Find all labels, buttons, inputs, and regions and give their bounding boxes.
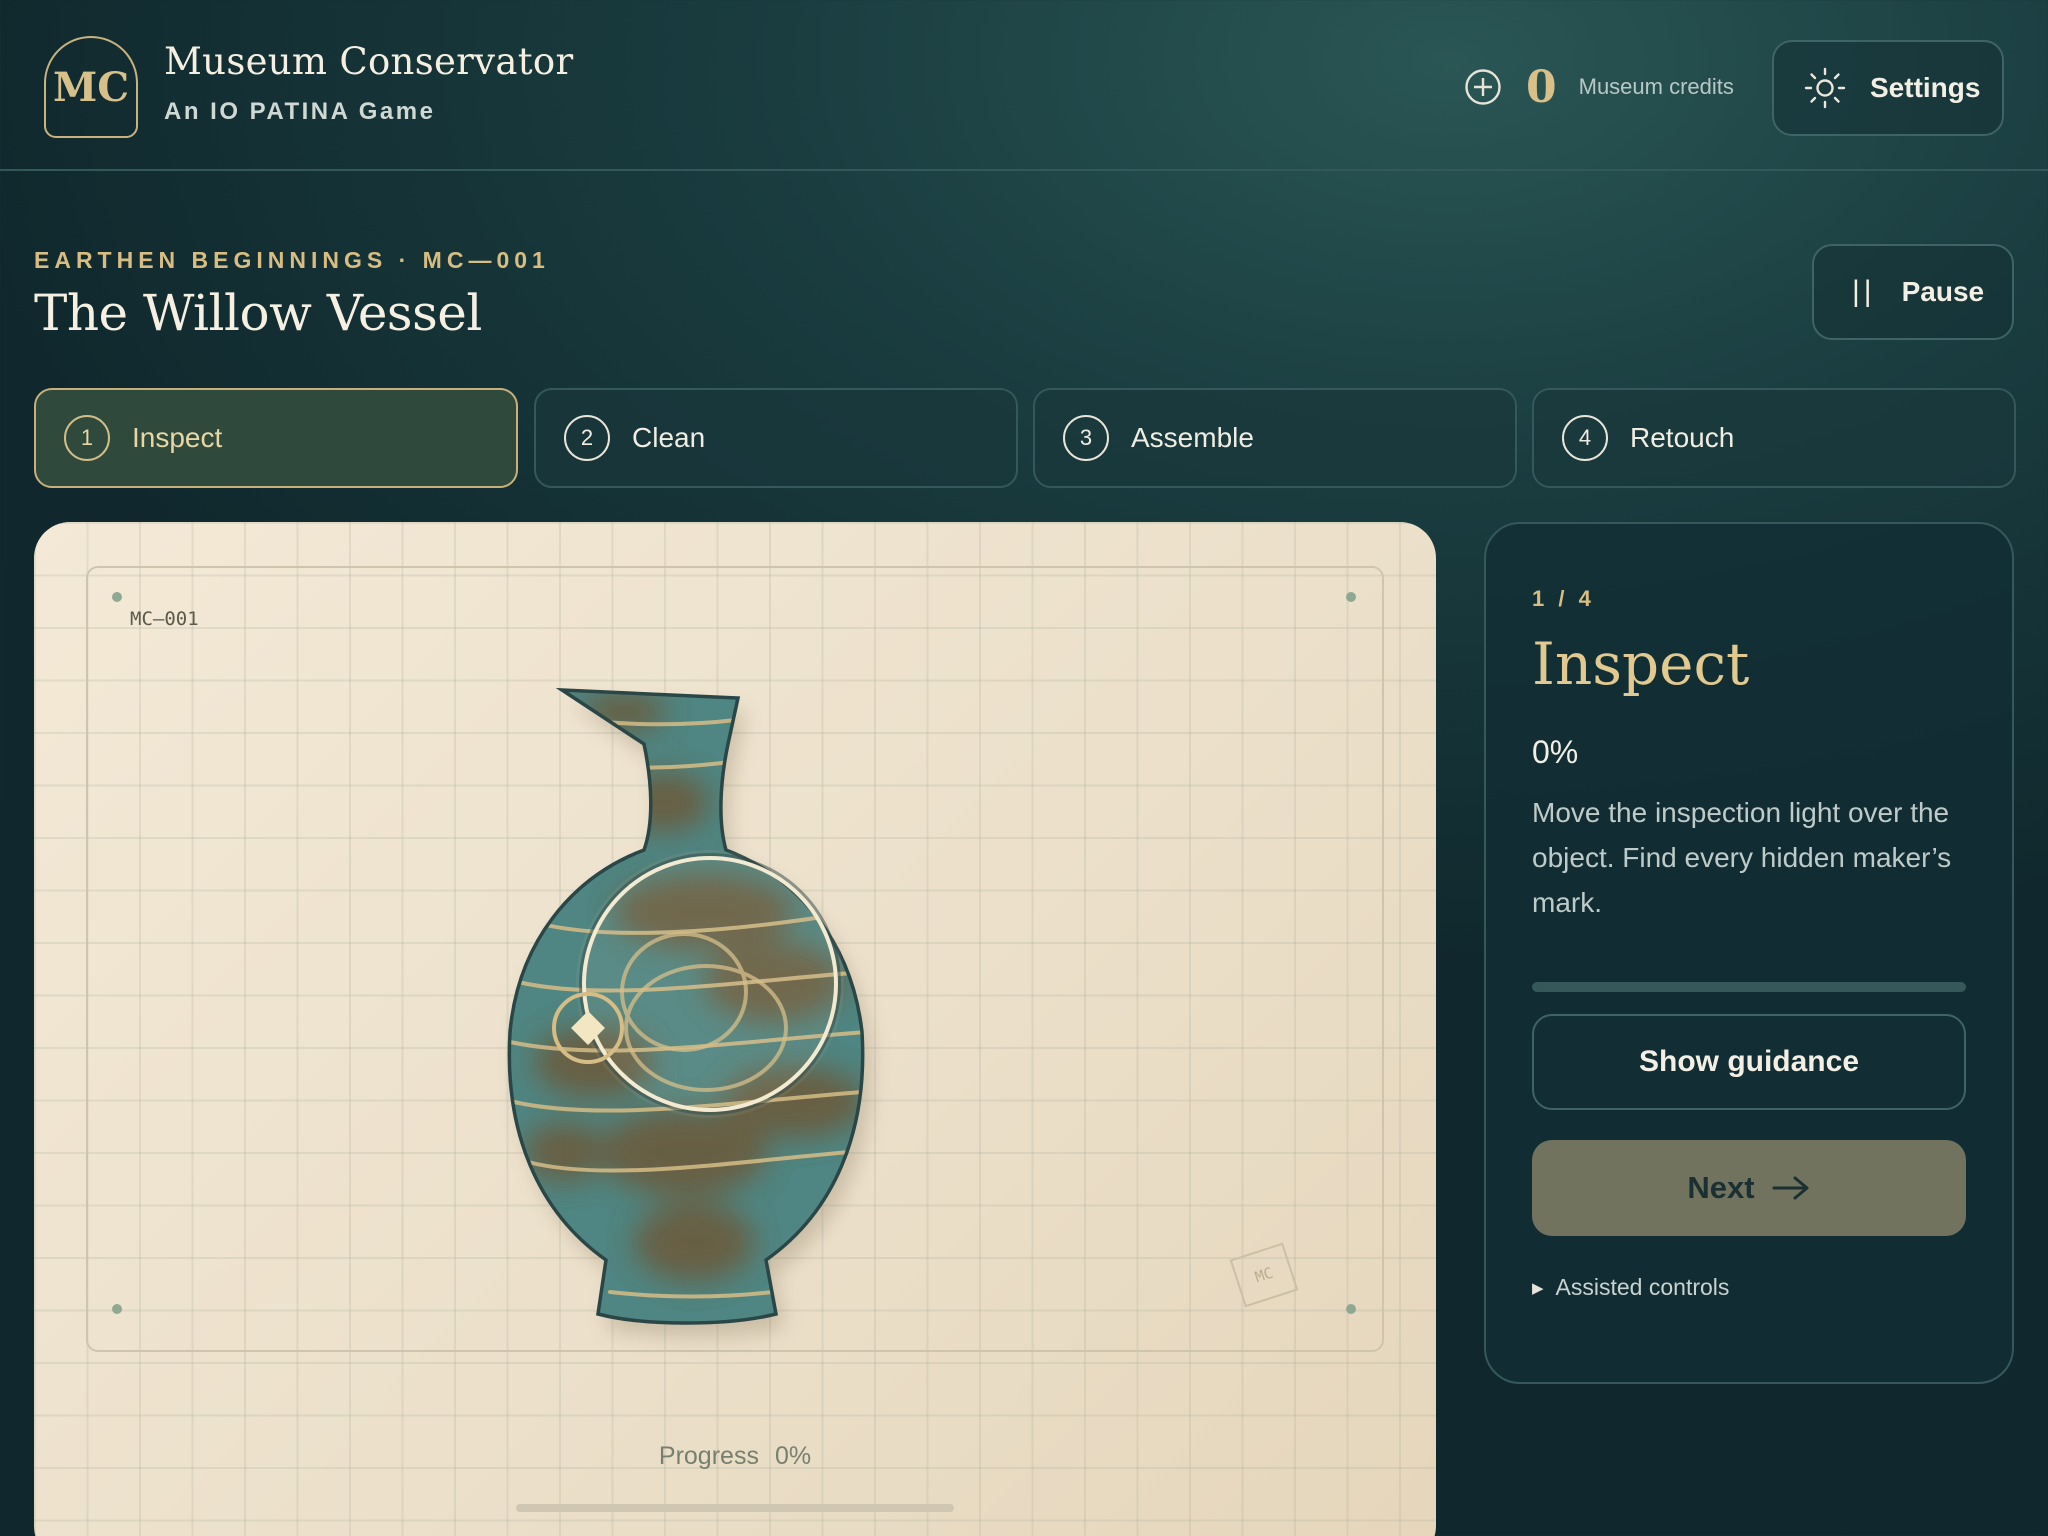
step-panel: 1 / 4 Inspect 0% Move the inspection lig… — [1484, 522, 2014, 1384]
tab-assemble[interactable]: 3 Assemble — [1033, 388, 1517, 488]
show-guidance-button[interactable]: Show guidance — [1532, 1014, 1966, 1110]
inspection-canvas[interactable]: MC—001 MC Progress 0% — [34, 522, 1436, 1536]
pause-label: Pause — [1901, 276, 1985, 307]
tab-label: Inspect — [132, 422, 223, 453]
canvas-progress-bar — [516, 1504, 954, 1512]
catalog-id: MC—001 — [130, 608, 199, 630]
credits-count: 0 — [1526, 61, 1557, 113]
assisted-controls-toggle[interactable]: ▶ Assisted controls — [1532, 1274, 1729, 1301]
tab-inspect[interactable]: 1 Inspect — [34, 388, 518, 488]
step-instructions: Move the inspection light over the objec… — [1532, 797, 1952, 918]
app-subtitle: An IO PATINA Game — [164, 98, 436, 125]
step-percent: 0% — [1532, 734, 1579, 770]
frame-corner-dot — [112, 1304, 122, 1314]
level-eyebrow: EARTHEN BEGINNINGS · MC—001 — [34, 247, 550, 273]
arrow-right-icon — [1772, 1176, 1809, 1200]
tab-label: Retouch — [1630, 422, 1735, 453]
credits-label: Museum credits — [1578, 74, 1734, 99]
frame-corner-dot — [1346, 1304, 1356, 1314]
app-title: Museum Conservator — [164, 40, 574, 83]
step-title: Inspect — [1532, 630, 1750, 698]
plus-circle-icon[interactable] — [1464, 68, 1502, 106]
progress-value: 0% — [774, 1442, 812, 1470]
inspection-light[interactable] — [576, 850, 844, 1118]
show-guidance-label: Show guidance — [1638, 1045, 1860, 1078]
settings-label: Settings — [1870, 72, 1981, 103]
top-bar: MC Museum Conservator An IO PATINA Game … — [0, 0, 2048, 171]
next-button[interactable]: Next — [1532, 1140, 1966, 1236]
pause-button[interactable]: || Pause — [1812, 244, 2014, 340]
tab-step-number: 2 — [564, 415, 610, 461]
sun-icon — [1804, 67, 1846, 109]
tab-clean[interactable]: 2 Clean — [534, 388, 1018, 488]
next-label: Next — [1687, 1170, 1755, 1205]
credits-display[interactable]: 0 Museum credits — [1464, 61, 1734, 113]
tab-step-number: 1 — [64, 415, 110, 461]
level-title: The Willow Vessel — [34, 284, 482, 342]
logo: MC — [44, 36, 138, 138]
frame-corner-dot — [112, 592, 122, 602]
step-counter: 1 / 4 — [1532, 586, 1595, 611]
tab-step-number: 3 — [1063, 415, 1109, 461]
tab-step-number: 4 — [1562, 415, 1608, 461]
assisted-controls-label: Assisted controls — [1555, 1274, 1730, 1300]
canvas-progress: Progress 0% — [34, 1442, 1436, 1471]
settings-button[interactable]: Settings — [1772, 40, 2004, 136]
step-progress-bar — [1532, 982, 1966, 992]
tab-label: Clean — [632, 422, 706, 453]
logo-text: MC — [52, 63, 130, 111]
progress-label: Progress — [658, 1442, 759, 1470]
frame-corner-dot — [1346, 592, 1356, 602]
willow-vessel[interactable] — [474, 682, 994, 1362]
tab-retouch[interactable]: 4 Retouch — [1532, 388, 2016, 488]
tab-label: Assemble — [1131, 422, 1254, 453]
pause-icon: || — [1852, 275, 1876, 308]
disclosure-triangle-icon: ▶ — [1532, 1279, 1544, 1297]
